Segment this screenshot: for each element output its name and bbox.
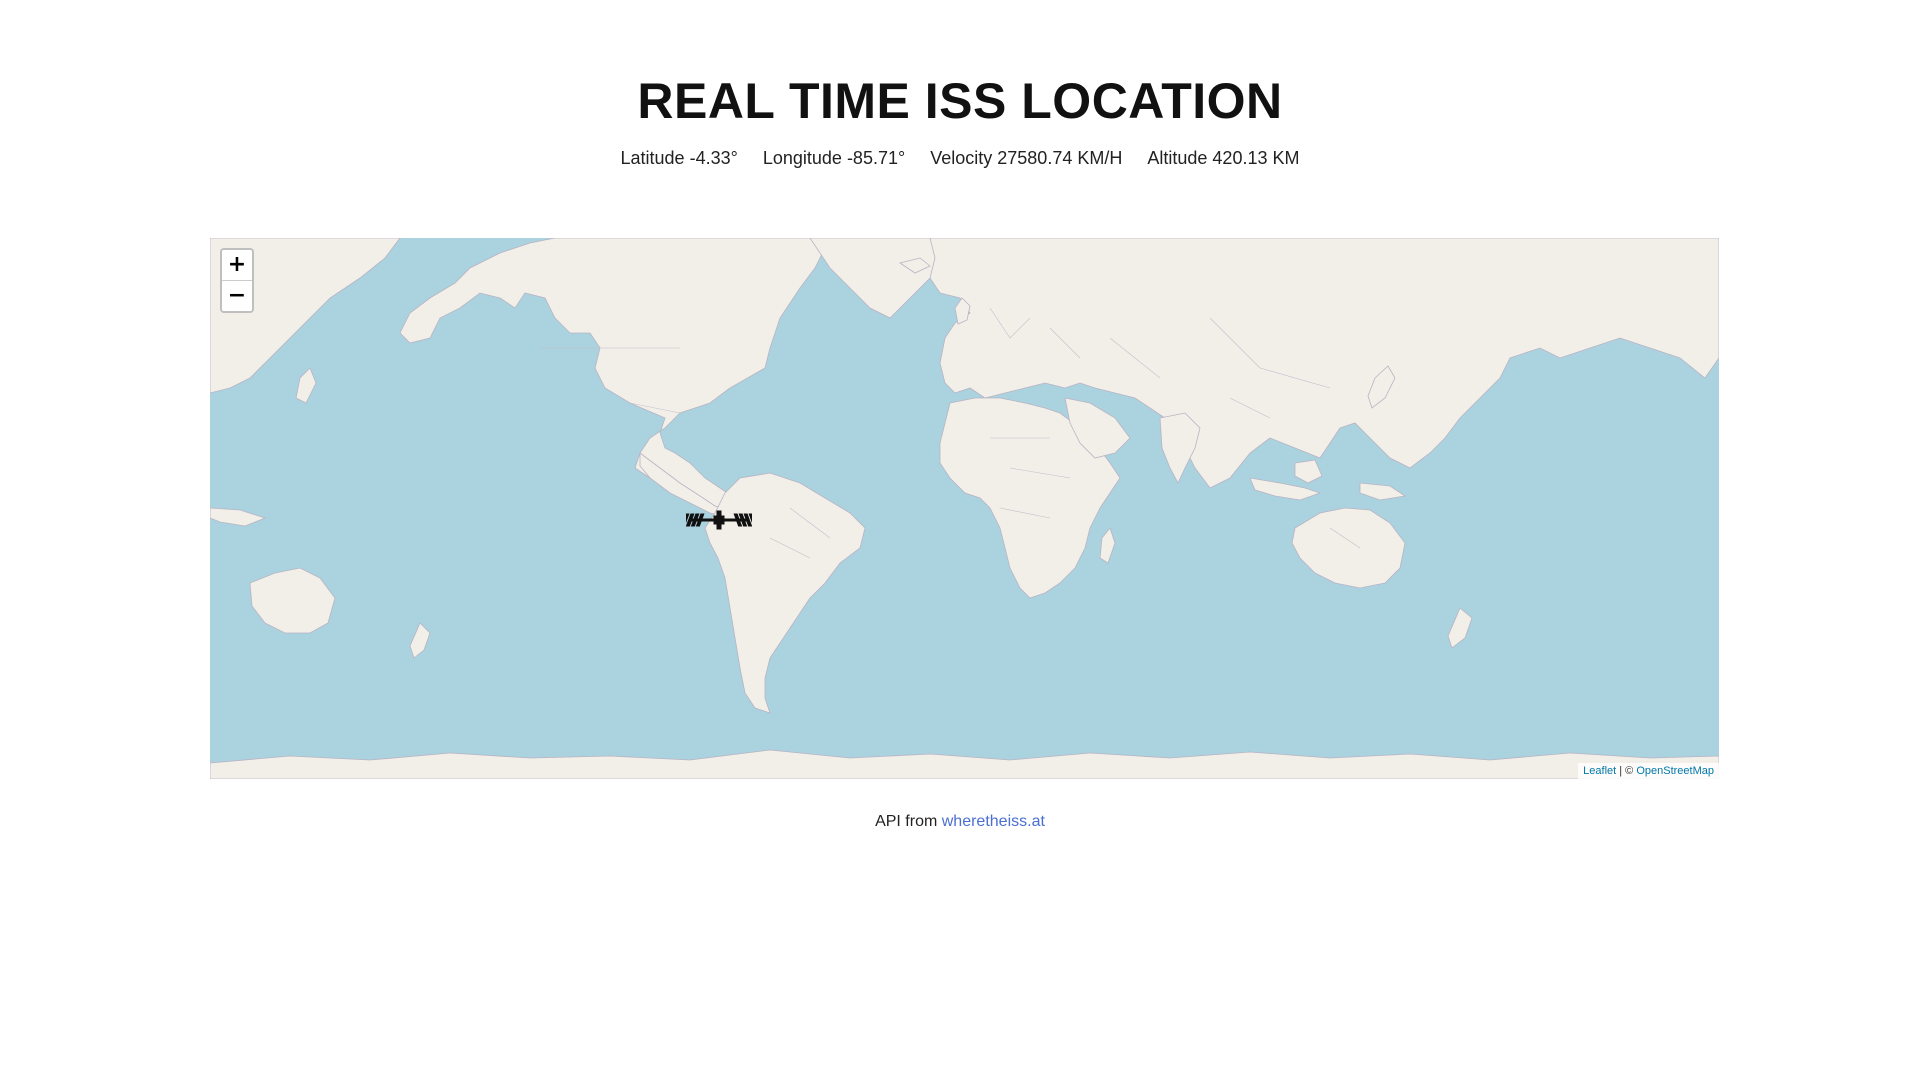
iss-stats: Latitude -4.33° Longitude -85.71° Veloci…: [0, 148, 1920, 169]
zoom-out-button[interactable]: −: [222, 281, 252, 311]
leaflet-link[interactable]: Leaflet: [1583, 765, 1616, 777]
zoom-in-button[interactable]: +: [222, 250, 252, 281]
longitude-value: -85.71°: [846, 148, 906, 168]
latitude-stat: Latitude -4.33°: [621, 148, 738, 169]
longitude-stat: Longitude -85.71°: [763, 148, 905, 169]
zoom-control: + −: [220, 248, 254, 313]
velocity-label: Velocity: [930, 148, 993, 168]
iss-icon[interactable]: [686, 508, 752, 532]
footer-prefix: API from: [875, 813, 942, 830]
latitude-value: -4.33°: [689, 148, 738, 168]
altitude-value: 420.13 KM: [1212, 148, 1300, 168]
latitude-label: Latitude: [620, 148, 685, 168]
altitude-stat: Altitude 420.13 KM: [1147, 148, 1299, 169]
velocity-value: 27580.74 KM/H: [997, 148, 1123, 168]
world-map[interactable]: + − Leaflet | © OpenStreetMap: [210, 238, 1719, 779]
attribution-separator: | ©: [1616, 765, 1637, 777]
page: REAL TIME ISS LOCATION Latitude -4.33° L…: [0, 0, 1920, 1080]
openstreetmap-link[interactable]: OpenStreetMap: [1636, 765, 1714, 777]
map-tiles[interactable]: [210, 238, 1719, 779]
map-attribution: Leaflet | © OpenStreetMap: [1578, 763, 1719, 779]
api-source-link[interactable]: wheretheiss.at: [942, 813, 1045, 830]
altitude-label: Altitude: [1147, 148, 1208, 168]
longitude-label: Longitude: [762, 148, 842, 168]
velocity-stat: Velocity 27580.74 KM/H: [930, 148, 1122, 169]
page-title: REAL TIME ISS LOCATION: [637, 73, 1283, 129]
footer: API from wheretheiss.at: [0, 813, 1920, 831]
